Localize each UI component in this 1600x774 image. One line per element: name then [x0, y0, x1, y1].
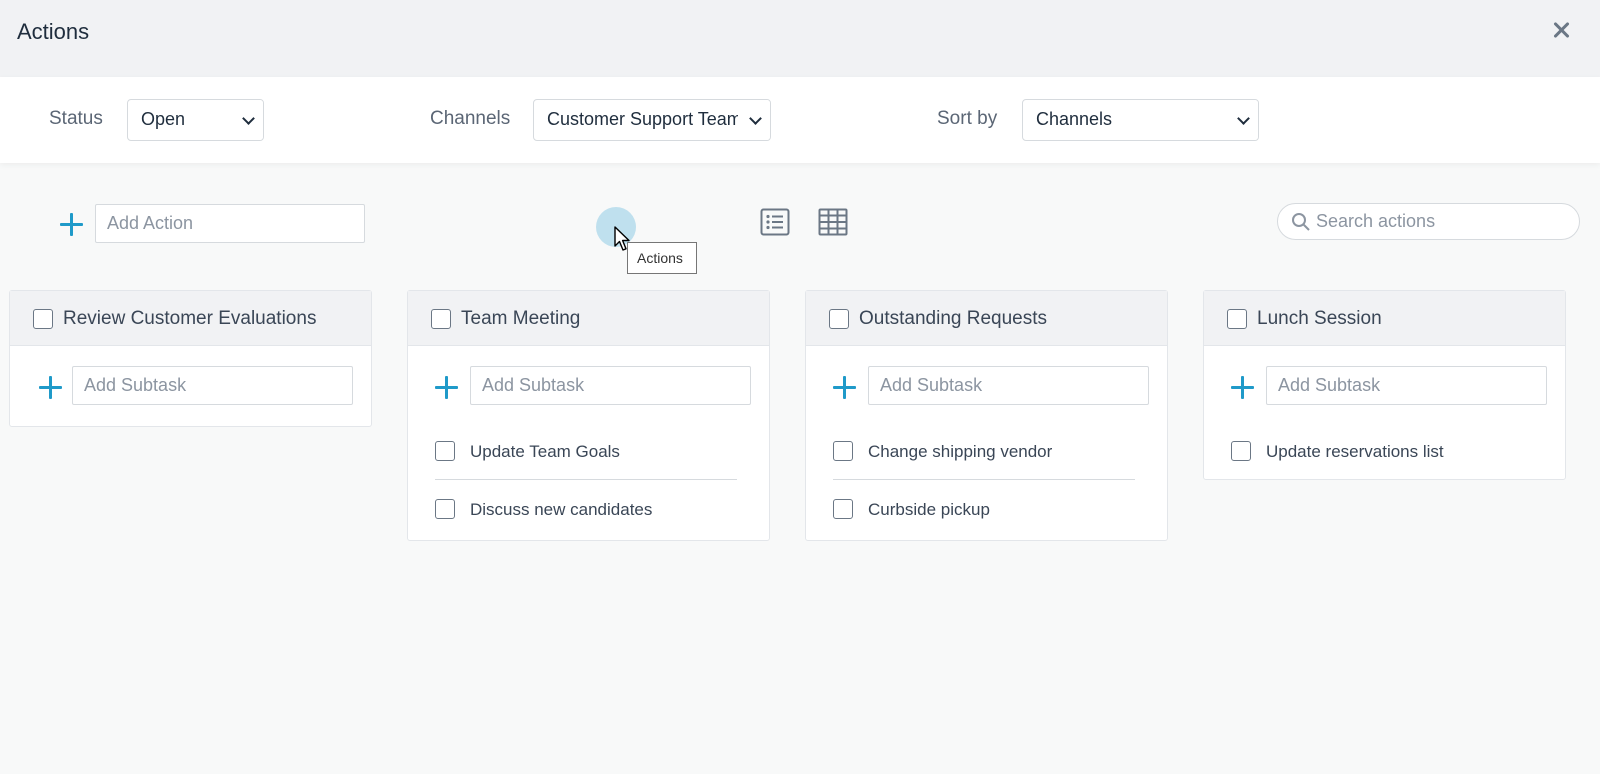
card-title: Review Customer Evaluations [63, 308, 317, 329]
subtask-label: Curbside pickup [868, 500, 990, 519]
card-checkbox[interactable] [1227, 309, 1247, 329]
status-label: Status [49, 108, 103, 129]
subtask-item: Update Team Goals [408, 422, 769, 480]
card-header: Outstanding Requests [806, 291, 1167, 346]
card-checkbox[interactable] [33, 309, 53, 329]
sort-select-value: Channels [1036, 109, 1113, 129]
add-subtask-plus-icon[interactable] [38, 375, 62, 399]
card-checkbox[interactable] [829, 309, 849, 329]
subtask-item: Curbside pickup [806, 480, 1167, 540]
action-card: Lunch Session Update reservations list [1203, 290, 1566, 480]
search-icon [1292, 213, 1310, 231]
subtask-checkbox[interactable] [435, 499, 455, 519]
channels-select[interactable]: Customer Support Team [533, 99, 771, 141]
tooltip: Actions [627, 242, 697, 274]
add-subtask-input[interactable] [470, 366, 751, 405]
subtask-checkbox[interactable] [435, 441, 455, 461]
search-input[interactable] [1316, 204, 1571, 239]
card-title: Lunch Session [1257, 308, 1382, 329]
add-action-input[interactable] [95, 204, 365, 243]
card-header: Team Meeting [408, 291, 769, 346]
search-box[interactable] [1277, 203, 1580, 240]
card-header: Lunch Session [1204, 291, 1565, 346]
status-select-value: Open [141, 109, 186, 129]
card-header: Review Customer Evaluations [10, 291, 371, 346]
subtask-checkbox[interactable] [833, 499, 853, 519]
filter-bar: Status Open Channels Customer Support Te… [0, 77, 1600, 163]
add-subtask-input[interactable] [1266, 366, 1547, 405]
status-select[interactable]: Open [127, 99, 264, 141]
subtask-label: Change shipping vendor [868, 442, 1053, 461]
subtask-checkbox[interactable] [833, 441, 853, 461]
card-checkbox[interactable] [431, 309, 451, 329]
subtask-item: Update reservations list [1204, 422, 1565, 479]
channels-select-value: Customer Support Team [547, 109, 742, 129]
channels-label: Channels [430, 108, 511, 129]
list-view-icon[interactable] [760, 208, 790, 236]
add-subtask-plus-icon[interactable] [434, 375, 458, 399]
card-title: Team Meeting [461, 308, 581, 329]
add-subtask-plus-icon[interactable] [1230, 375, 1254, 399]
add-subtask-input[interactable] [72, 366, 353, 405]
card-title: Outstanding Requests [859, 308, 1048, 329]
subtask-item: Change shipping vendor [806, 422, 1167, 480]
grid-view-icon[interactable] [818, 208, 848, 236]
add-subtask-plus-icon[interactable] [832, 375, 856, 399]
title-bar: Actions [0, 0, 1600, 77]
close-icon[interactable] [1548, 18, 1574, 44]
add-subtask-input[interactable] [868, 366, 1149, 405]
window-title: Actions [17, 19, 90, 44]
action-card: Team Meeting Update Team Goals Discuss n… [407, 290, 770, 541]
subtask-label: Update reservations list [1266, 442, 1444, 461]
subtask-label: Discuss new candidates [470, 500, 653, 519]
add-action-plus-icon[interactable] [59, 212, 83, 236]
sort-select[interactable]: Channels [1022, 99, 1259, 141]
action-card: Review Customer Evaluations [9, 290, 372, 427]
sort-label: Sort by [937, 108, 998, 129]
add-subtask-row [10, 346, 371, 426]
subtask-checkbox[interactable] [1231, 441, 1251, 461]
subtask-item: Discuss new candidates [408, 480, 769, 540]
subtask-label: Update Team Goals [470, 442, 620, 461]
action-card: Outstanding Requests Change shipping ven… [805, 290, 1168, 541]
